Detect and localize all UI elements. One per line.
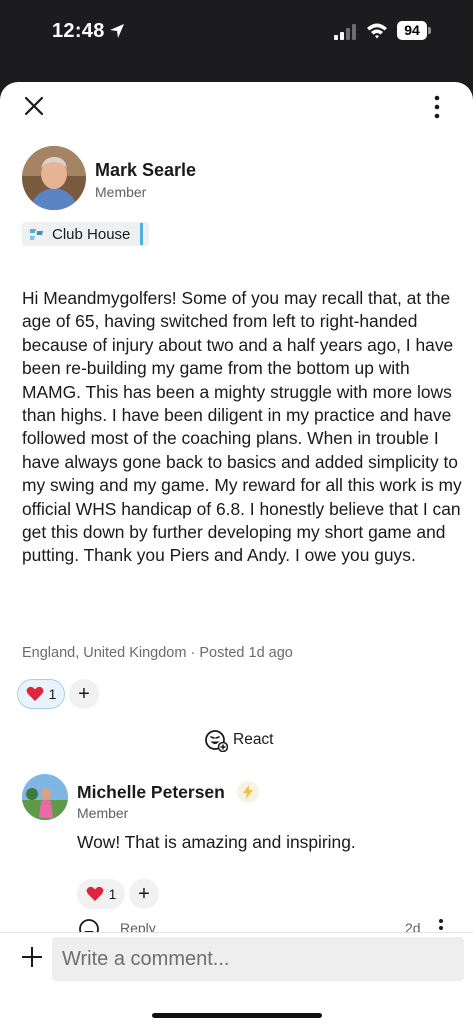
post-body: Hi Meandmygolfers! Some of you may recal… (22, 288, 462, 566)
heart-icon (26, 686, 43, 701)
commenter-avatar[interactable] (22, 774, 68, 820)
comment-more-icon[interactable] (438, 918, 444, 932)
close-icon[interactable] (22, 94, 46, 118)
wifi-icon (367, 23, 387, 39)
post-location: England, United Kingdom (22, 645, 187, 661)
battery-tip (428, 27, 431, 34)
cellular-signal-icon (334, 24, 356, 40)
add-icon: + (138, 882, 150, 905)
flags-icon (30, 229, 43, 240)
space-tag[interactable]: Club House (22, 222, 150, 246)
heart-reaction-button[interactable]: 1 (17, 679, 65, 709)
home-indicator (152, 1013, 322, 1018)
react-button[interactable]: React (204, 728, 274, 752)
comment-composer (0, 932, 473, 1024)
space-tag-label: Club House (52, 225, 131, 243)
comment-text: Wow! That is amazing and inspiring. (77, 832, 356, 852)
reaction-count: 1 (48, 686, 57, 702)
post-time: Posted 1d ago (199, 645, 293, 661)
battery-level: 94 (397, 21, 427, 40)
author-role: Member (95, 184, 147, 200)
status-time: 12:48 (52, 20, 105, 42)
author-name[interactable]: Mark Searle (95, 160, 196, 181)
commenter-role: Member (77, 805, 129, 821)
add-icon: + (78, 682, 90, 705)
status-bar: 12:48 94 (0, 0, 473, 70)
author-avatar[interactable] (22, 146, 86, 210)
emoji-add-icon (205, 730, 228, 752)
plus-icon[interactable] (20, 945, 44, 969)
emoji-icon[interactable] (78, 918, 100, 932)
meta-separator: · (190, 645, 200, 661)
location-arrow-icon (110, 24, 124, 38)
comment-heart-reaction-button[interactable]: 1 (77, 879, 125, 909)
react-label: React (233, 731, 274, 748)
heart-icon (86, 886, 103, 901)
comment-actions-row: Reply 2d (0, 912, 473, 932)
commenter-name[interactable]: Michelle Petersen (77, 782, 225, 803)
lightning-badge-icon (237, 781, 259, 803)
comment-reaction-count: 1 (108, 886, 117, 902)
post-sheet: Mark Searle Member Club House Hi Meandmy… (0, 82, 473, 1024)
comment-input[interactable] (52, 937, 464, 981)
comment-time: 2d (405, 920, 421, 932)
add-reaction-button[interactable]: + (69, 679, 99, 709)
more-options-icon[interactable] (430, 94, 444, 120)
reply-button[interactable]: Reply (120, 920, 156, 932)
comment-add-reaction-button[interactable]: + (129, 879, 159, 909)
space-tag-accent (140, 223, 144, 245)
post-meta: England, United Kingdom · Posted 1d ago (22, 645, 293, 661)
